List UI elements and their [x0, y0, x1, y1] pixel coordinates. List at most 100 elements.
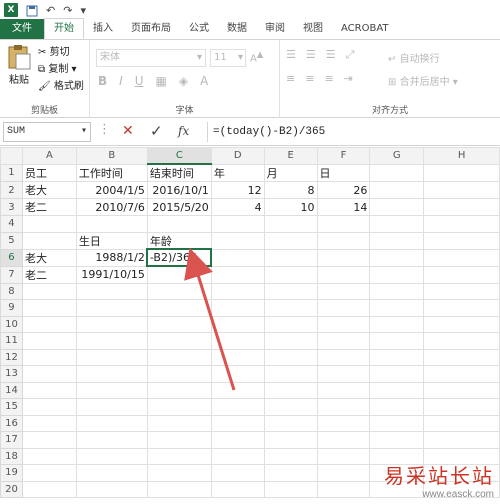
- cell-F11[interactable]: [316, 332, 371, 350]
- cell-D3[interactable]: 4: [210, 198, 265, 216]
- cell-G9[interactable]: [369, 299, 425, 317]
- cell-A2[interactable]: 老大: [21, 181, 77, 199]
- cell-C10[interactable]: [146, 315, 212, 333]
- cell-C2[interactable]: 2016/10/1: [146, 181, 212, 199]
- cell-B10[interactable]: [75, 315, 148, 333]
- cell-H15[interactable]: [423, 398, 500, 416]
- save-icon[interactable]: [26, 4, 38, 17]
- cell-A11[interactable]: [21, 332, 77, 350]
- formula-input[interactable]: =(today()-B2)/365: [207, 122, 500, 142]
- row-header[interactable]: 3: [0, 198, 23, 216]
- cell-C5[interactable]: 年龄: [146, 231, 212, 250]
- cell-F7[interactable]: [316, 265, 371, 284]
- cell-G3[interactable]: [369, 198, 425, 216]
- tab-2[interactable]: 插入: [84, 19, 122, 39]
- row-header[interactable]: 14: [0, 381, 23, 399]
- column-header-C[interactable]: C: [146, 147, 212, 165]
- cell-D9[interactable]: [210, 299, 265, 317]
- cell-E9[interactable]: [263, 299, 318, 317]
- column-header-B[interactable]: B: [75, 147, 148, 165]
- cell-B8[interactable]: [75, 282, 148, 300]
- cell-A16[interactable]: [21, 414, 77, 432]
- cell-G1[interactable]: [369, 163, 425, 182]
- cell-H7[interactable]: [423, 265, 500, 284]
- bold-button[interactable]: B: [98, 74, 107, 88]
- tab-4[interactable]: 公式: [180, 19, 218, 39]
- row-header[interactable]: 15: [0, 398, 23, 416]
- cell-G10[interactable]: [369, 315, 425, 333]
- cell-B15[interactable]: [75, 398, 148, 416]
- tab-3[interactable]: 页面布局: [122, 19, 180, 39]
- cell-F1[interactable]: 日: [316, 163, 371, 182]
- cell-A17[interactable]: [21, 431, 77, 449]
- align-center-icon[interactable]: ≡: [305, 72, 314, 85]
- cell-D13[interactable]: [210, 365, 265, 383]
- cell-D8[interactable]: [210, 282, 265, 300]
- tab-0[interactable]: 文件: [0, 19, 44, 39]
- column-header-F[interactable]: F: [316, 147, 371, 165]
- cell-B4[interactable]: [75, 215, 148, 233]
- cell-G13[interactable]: [369, 365, 425, 383]
- cell-A5[interactable]: [21, 231, 77, 250]
- cell-B9[interactable]: [75, 299, 148, 317]
- cell-B7[interactable]: 1991/10/15: [75, 265, 148, 284]
- cell-A18[interactable]: [21, 447, 77, 465]
- cell-D19[interactable]: [210, 464, 265, 482]
- row-header[interactable]: 4: [0, 215, 23, 233]
- indent-icon[interactable]: ⇥: [344, 72, 353, 85]
- tab-7[interactable]: 视图: [294, 19, 332, 39]
- cell-H6[interactable]: [423, 248, 500, 267]
- cell-D17[interactable]: [210, 431, 265, 449]
- merge-center-button[interactable]: ⊞ 合并后居中 ▾: [388, 73, 458, 88]
- align-bottom-icon[interactable]: ☰: [326, 48, 336, 62]
- font-color-icon[interactable]: A: [200, 74, 208, 88]
- cell-F10[interactable]: [316, 315, 371, 333]
- cell-C20[interactable]: [146, 480, 212, 498]
- column-header-A[interactable]: A: [21, 147, 77, 165]
- cell-B19[interactable]: [75, 464, 148, 482]
- cell-D10[interactable]: [210, 315, 265, 333]
- cell-E11[interactable]: [263, 332, 318, 350]
- cell-B20[interactable]: [75, 480, 148, 498]
- column-header-G[interactable]: G: [369, 147, 425, 165]
- italic-button[interactable]: I: [119, 74, 123, 88]
- cell-G8[interactable]: [369, 282, 425, 300]
- cell-G2[interactable]: [369, 181, 425, 199]
- cell-H9[interactable]: [423, 299, 500, 317]
- cell-E18[interactable]: [263, 447, 318, 465]
- cell-A19[interactable]: [21, 464, 77, 482]
- cell-H2[interactable]: [423, 181, 500, 199]
- cell-B14[interactable]: [75, 381, 148, 399]
- cell-H13[interactable]: [423, 365, 500, 383]
- cell-C9[interactable]: [146, 299, 212, 317]
- cell-D1[interactable]: 年: [210, 163, 265, 182]
- row-header[interactable]: 1: [0, 163, 23, 182]
- cell-A15[interactable]: [21, 398, 77, 416]
- cell-D14[interactable]: [210, 381, 265, 399]
- cell-G4[interactable]: [369, 215, 425, 233]
- cell-F15[interactable]: [316, 398, 371, 416]
- cell-E14[interactable]: [263, 381, 318, 399]
- cell-H5[interactable]: [423, 231, 500, 250]
- wrap-text-button[interactable]: ↵ 自动换行: [388, 50, 440, 65]
- cell-B6[interactable]: 1988/1/2: [75, 248, 148, 267]
- cell-A6[interactable]: 老大: [21, 248, 77, 267]
- row-header[interactable]: 17: [0, 431, 23, 449]
- cell-G14[interactable]: [369, 381, 425, 399]
- cell-A8[interactable]: [21, 282, 77, 300]
- cell-H8[interactable]: [423, 282, 500, 300]
- cell-C15[interactable]: [146, 398, 212, 416]
- cell-D12[interactable]: [210, 348, 265, 366]
- cancel-icon[interactable]: ✕: [122, 123, 134, 139]
- cell-H4[interactable]: [423, 215, 500, 233]
- paste-button[interactable]: 粘贴: [6, 44, 32, 86]
- cell-C1[interactable]: 结束时间: [146, 163, 212, 182]
- cell-B13[interactable]: [75, 365, 148, 383]
- cell-B3[interactable]: 2010/7/6: [75, 198, 148, 216]
- cell-C13[interactable]: [146, 365, 212, 383]
- cell-D6[interactable]: [210, 248, 265, 267]
- cell-A1[interactable]: 员工: [21, 163, 77, 182]
- cell-C16[interactable]: [146, 414, 212, 432]
- cell-A7[interactable]: 老二: [21, 265, 77, 284]
- cell-G6[interactable]: [369, 248, 425, 267]
